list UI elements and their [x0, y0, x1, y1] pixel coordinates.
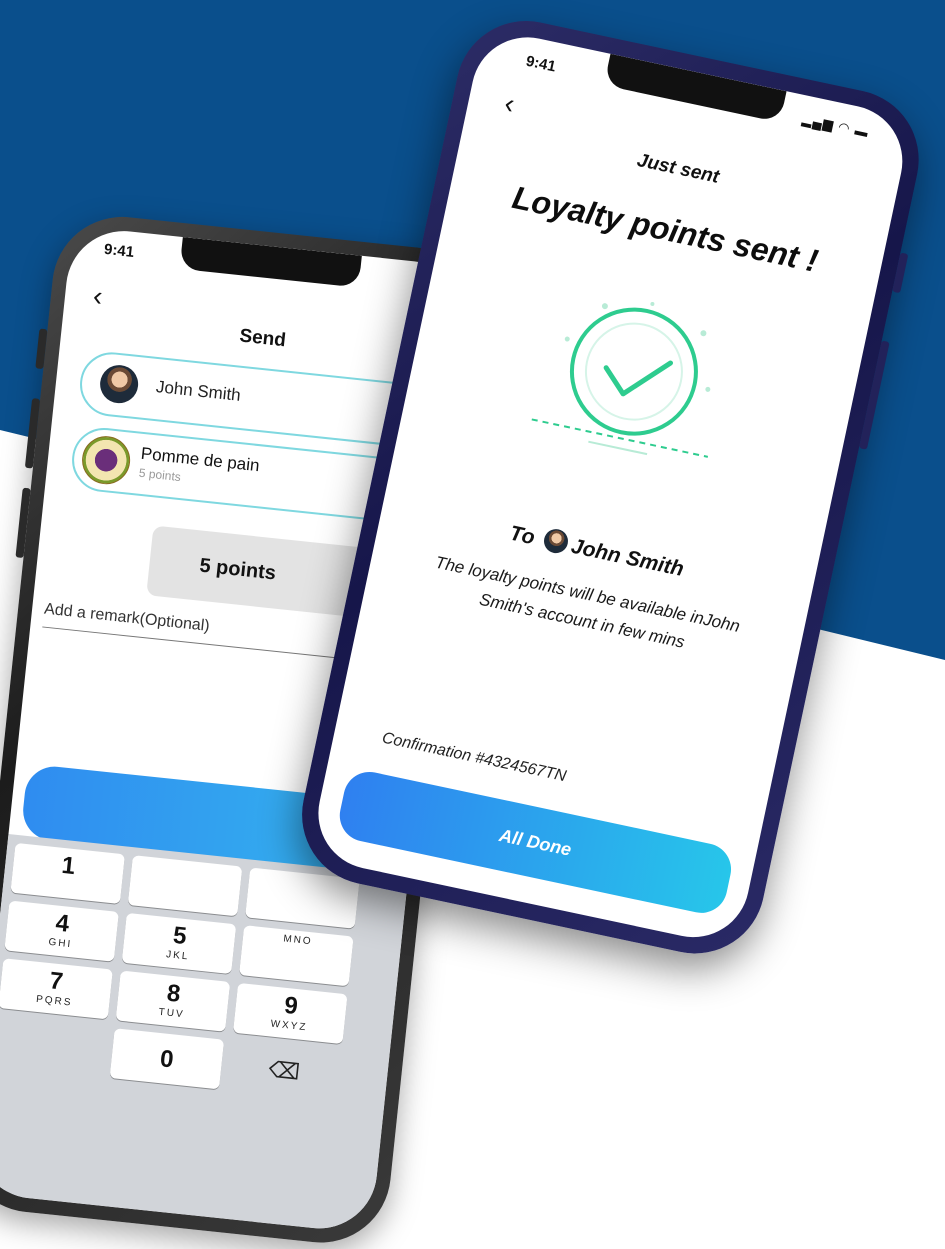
status-time: 9:41: [524, 52, 558, 76]
success-check-icon: [531, 301, 711, 458]
key-digit: 0: [158, 1045, 175, 1074]
key-9[interactable]: 9 WXYZ: [232, 982, 348, 1045]
merchant-logo-icon: [79, 433, 133, 487]
key-digit: 1: [60, 851, 77, 881]
avatar: [98, 363, 141, 406]
to-label: To: [507, 521, 537, 550]
key-2[interactable]: [127, 855, 243, 917]
back-chevron-icon[interactable]: ‹: [92, 280, 105, 313]
delete-key-icon[interactable]: ⌫: [227, 1041, 342, 1102]
key-8[interactable]: 8 TUV: [115, 970, 231, 1032]
merchant-points: 5 points: [138, 465, 182, 485]
back-chevron-icon[interactable]: ‹: [502, 87, 518, 120]
success-headline: Loyalty points sent !: [509, 179, 822, 279]
key-0[interactable]: 0: [109, 1028, 225, 1090]
key-4[interactable]: 4 GHI: [4, 900, 119, 962]
key-1[interactable]: 1: [10, 842, 126, 905]
key-letters: MNO: [282, 933, 314, 948]
key-6[interactable]: MNO: [239, 925, 354, 987]
recipient-name: John Smith: [155, 377, 242, 405]
recipient-name: John Smith: [569, 534, 686, 581]
key-7[interactable]: 7 PQRS: [0, 958, 113, 1020]
status-time: 9:41: [103, 240, 135, 261]
numeric-keypad: 1 4 GHI 5 JKL MNO 7 PQRS 8 TUV 9 WXYZ 0 …: [0, 834, 409, 1235]
points-amount: 5 points: [198, 554, 278, 585]
remark-input[interactable]: Add a remark(Optional): [43, 601, 210, 636]
confirmation-number: Confirmation #4324567TN: [380, 729, 568, 786]
key-5[interactable]: 5 JKL: [121, 912, 237, 975]
avatar: [541, 526, 571, 556]
status-icons: ▂▄▆ ◠ ▬: [800, 111, 871, 141]
